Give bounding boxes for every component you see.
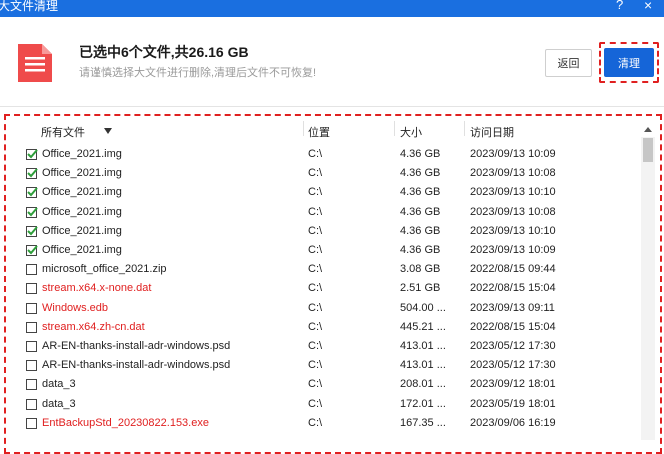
header-divider: [0, 106, 664, 107]
file-list-highlight: [4, 114, 662, 454]
help-icon[interactable]: ?: [616, 0, 623, 12]
selection-summary: 已选中6个文件,共26.16 GB: [79, 44, 249, 60]
title-bar: 大文件清理 ? ×: [0, 0, 664, 17]
window-title: 大文件清理: [0, 0, 59, 13]
warning-text: 请谨慎选择大文件进行删除,清理后文件不可恢复!: [79, 67, 317, 79]
clean-button[interactable]: 清理: [604, 48, 654, 77]
scroll-up-icon[interactable]: [644, 127, 652, 132]
document-icon: [18, 44, 52, 82]
back-button[interactable]: 返回: [545, 49, 592, 77]
scrollbar-thumb[interactable]: [643, 138, 653, 162]
scrollbar[interactable]: [641, 137, 655, 440]
clean-button-highlight: 清理: [599, 42, 659, 83]
close-icon[interactable]: ×: [644, 0, 652, 13]
